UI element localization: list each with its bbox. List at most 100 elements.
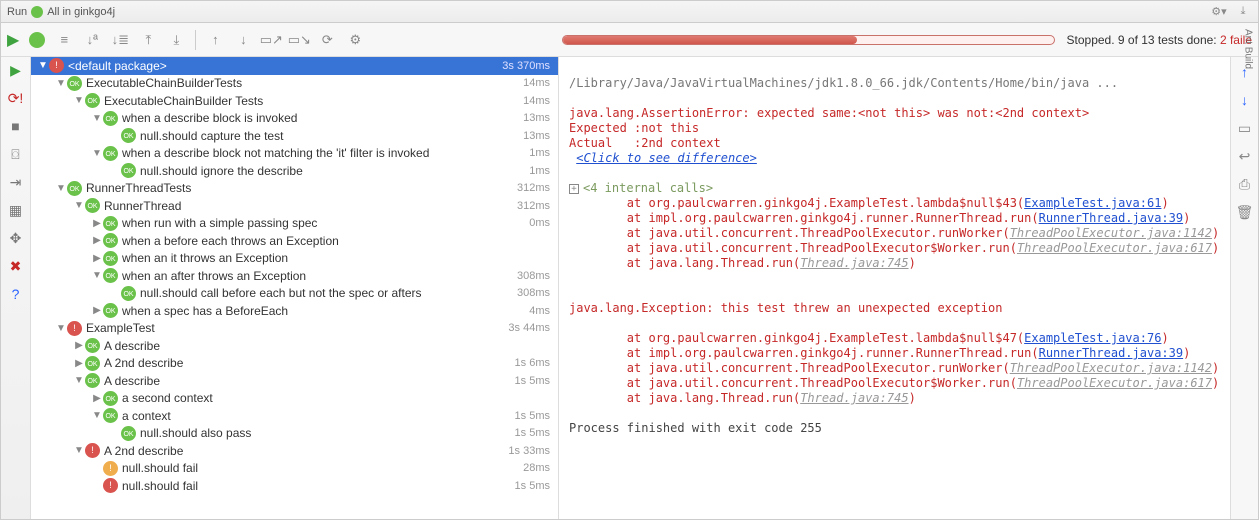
expand-arrow-icon[interactable]: ▶ — [91, 235, 103, 246]
status-ok-icon — [121, 128, 136, 143]
test-node[interactable]: ▶when run with a simple passing spec0ms — [31, 215, 558, 233]
stack-link[interactable]: ThreadPoolExecutor.java:1142 — [1010, 361, 1212, 375]
expand-arrow-icon[interactable]: ▶ — [91, 305, 103, 316]
expand-arrow-icon[interactable]: ▼ — [91, 270, 103, 281]
stack-link[interactable]: ThreadPoolExecutor.java:617 — [1017, 241, 1212, 255]
collapse-icon[interactable]: ⤓ — [167, 31, 185, 49]
monitor-icon[interactable]: ▦ — [7, 201, 25, 219]
test-node[interactable]: ▼ A describe 1s 5ms — [31, 372, 558, 390]
test-label: ExecutableChainBuilder Tests — [104, 94, 515, 108]
pin-icon[interactable]: ✥ — [7, 229, 25, 247]
expand-icon[interactable]: ⤒ — [139, 31, 157, 49]
expand-arrow-icon[interactable]: ▶ — [73, 340, 85, 351]
expand-arrow-icon[interactable]: ▼ — [73, 445, 85, 456]
test-node[interactable]: ▼when a describe block not matching the … — [31, 145, 558, 163]
run-icon[interactable]: ▶ — [7, 61, 25, 79]
status-ok-icon — [67, 76, 82, 91]
show-passed-icon[interactable]: ≡ — [55, 31, 73, 49]
expand-arrow-icon[interactable]: ▶ — [91, 393, 103, 404]
test-node[interactable]: ▶A 2nd describe1s 6ms — [31, 355, 558, 373]
test-node[interactable]: null.should ignore the describe1ms — [31, 162, 558, 180]
prev-icon[interactable]: ↑ — [206, 31, 224, 49]
stack-link[interactable]: ThreadPoolExecutor.java:1142 — [1010, 226, 1212, 240]
stack-link[interactable]: RunnerThread.java:39 — [1039, 211, 1184, 225]
test-node[interactable]: ▼RunnerThread312ms — [31, 197, 558, 215]
test-tree[interactable]: ▼<default package>3s 370ms▼ExecutableCha… — [31, 57, 559, 519]
test-node[interactable]: ▶when an it throws an Exception — [31, 250, 558, 268]
test-node[interactable]: null.should fail28ms — [31, 460, 558, 478]
expand-arrow-icon[interactable]: ▼ — [55, 183, 67, 194]
fold-icon[interactable]: + — [569, 184, 579, 194]
settings-icon[interactable]: ⚙ — [346, 31, 364, 49]
print-icon[interactable]: ⎙ — [1236, 175, 1254, 193]
test-time: 1s 33ms — [508, 445, 550, 457]
import-icon[interactable]: ▭↘ — [290, 31, 308, 49]
test-node[interactable]: ▶A describe — [31, 337, 558, 355]
stack-link[interactable]: Thread.java:745 — [800, 256, 908, 270]
test-node[interactable]: ▼ExampleTest3s 44ms — [31, 320, 558, 338]
stop-icon[interactable]: ■ — [7, 117, 25, 135]
stack-link[interactable]: RunnerThread.java:39 — [1039, 346, 1184, 360]
test-node[interactable]: ▼A 2nd describe1s 33ms — [31, 442, 558, 460]
wrap-icon[interactable]: ↩ — [1236, 147, 1254, 165]
console-output[interactable]: /Library/Java/JavaVirtualMachines/jdk1.8… — [559, 57, 1230, 519]
test-node[interactable]: ▶when a spec has a BeforeEach4ms — [31, 302, 558, 320]
expand-arrow-icon[interactable]: ▼ — [55, 78, 67, 89]
outer-right-rail[interactable]: Ant Build — [1237, 23, 1259, 83]
expand-arrow-icon[interactable]: ▼ — [37, 60, 49, 71]
next-icon[interactable]: ↓ — [234, 31, 252, 49]
export-icon[interactable]: ▭ — [1236, 119, 1254, 137]
down-icon[interactable]: ↓ — [1236, 91, 1254, 109]
expand-arrow-icon[interactable]: ▼ — [55, 323, 67, 334]
test-node[interactable]: ▼RunnerThreadTests312ms — [31, 180, 558, 198]
expand-arrow-icon[interactable]: ▶ — [73, 358, 85, 369]
test-label: A describe — [104, 374, 507, 388]
test-node[interactable]: ▼<default package>3s 370ms — [31, 57, 558, 75]
expand-arrow-icon[interactable]: ▼ — [91, 148, 103, 159]
test-node[interactable]: null.should also pass1s 5ms — [31, 425, 558, 443]
test-node[interactable]: null.should capture the test13ms — [31, 127, 558, 145]
expand-arrow-icon[interactable]: ▼ — [73, 200, 85, 211]
sort-icon[interactable]: ↓ª — [83, 31, 101, 49]
trash-icon[interactable]: 🗑 — [1236, 203, 1254, 221]
gear-icon[interactable]: ⚙▾ — [1210, 3, 1228, 21]
ok-badge[interactable] — [29, 32, 45, 48]
expand-arrow-icon[interactable]: ▼ — [91, 113, 103, 124]
expand-arrow-icon[interactable]: ▼ — [91, 410, 103, 421]
stack-link[interactable]: Thread.java:745 — [800, 391, 908, 405]
test-label: a context — [122, 409, 507, 423]
rerun-failed-icon[interactable]: ⟳! — [7, 89, 25, 107]
stack-link[interactable]: ExampleTest.java:61 — [1024, 196, 1161, 210]
test-node[interactable]: ▼when a describe block is invoked13ms — [31, 110, 558, 128]
test-node[interactable]: ▼ExecutableChainBuilder Tests14ms — [31, 92, 558, 110]
test-node[interactable]: null.should fail1s 5ms — [31, 477, 558, 495]
sort-tree-icon[interactable]: ↓≣ — [111, 31, 129, 49]
test-time: 1ms — [529, 165, 550, 177]
test-time: 312ms — [517, 200, 550, 212]
test-label: null.should fail — [122, 461, 515, 475]
minimize-icon[interactable]: ⤓ — [1234, 3, 1252, 21]
test-node[interactable]: ▼ExecutableChainBuilderTests14ms — [31, 75, 558, 93]
test-time: 1s 5ms — [515, 375, 550, 387]
test-node[interactable]: null.should call before each but not the… — [31, 285, 558, 303]
expand-arrow-icon[interactable]: ▶ — [91, 218, 103, 229]
expand-arrow-icon[interactable]: ▼ — [73, 375, 85, 386]
layout-icon[interactable]: ⇥ — [7, 173, 25, 191]
stack-link[interactable]: ExampleTest.java:76 — [1024, 331, 1161, 345]
run-button[interactable]: ▶ — [7, 30, 19, 50]
test-node[interactable]: ▶a second context — [31, 390, 558, 408]
export-icon[interactable]: ▭↗ — [262, 31, 280, 49]
help-icon[interactable]: ? — [7, 285, 25, 303]
test-time: 3s 370ms — [502, 60, 550, 72]
close-icon[interactable]: ✖ — [7, 257, 25, 275]
test-node[interactable]: ▼when an after throws an Exception308ms — [31, 267, 558, 285]
camera-icon[interactable]: ⌼ — [7, 145, 25, 163]
test-node[interactable]: ▶when a before each throws an Exception — [31, 232, 558, 250]
expand-arrow-icon[interactable]: ▼ — [73, 95, 85, 106]
diff-link[interactable]: <Click to see difference> — [576, 151, 757, 165]
test-node[interactable]: ▼a context1s 5ms — [31, 407, 558, 425]
expand-arrow-icon[interactable]: ▶ — [91, 253, 103, 264]
test-label: null.should fail — [122, 479, 507, 493]
history-icon[interactable]: ⟳ — [318, 31, 336, 49]
stack-link[interactable]: ThreadPoolExecutor.java:617 — [1017, 376, 1212, 390]
